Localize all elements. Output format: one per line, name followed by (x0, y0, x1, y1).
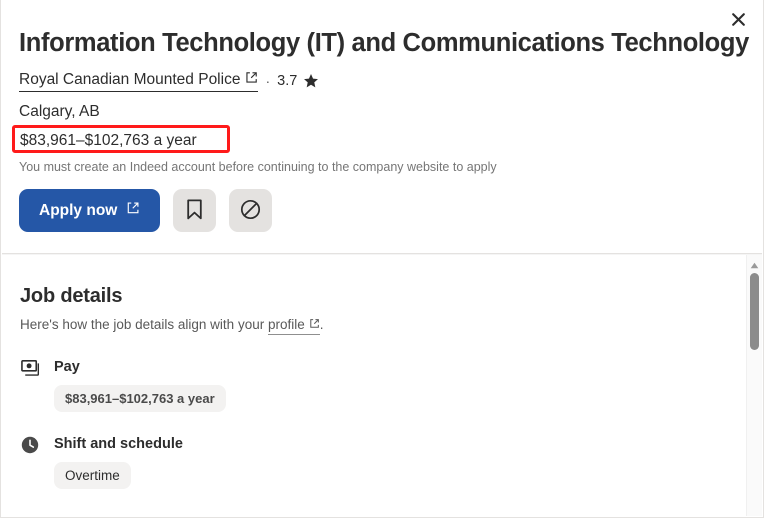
badge-row: Overtime (20, 462, 740, 489)
company-rating: 3.7 (277, 73, 298, 89)
badge-row: $83,961–$102,763 a year (20, 385, 740, 412)
detail-label: Pay (54, 359, 80, 375)
company-name: Royal Canadian Mounted Police (19, 71, 241, 88)
salary-wrap: $83,961–$102,763 a year (12, 125, 230, 153)
external-link-icon (126, 201, 140, 220)
block-icon (240, 199, 261, 223)
header-divider (2, 253, 762, 254)
detail-head: Shift and schedule (20, 435, 740, 454)
scrollbar-thumb[interactable] (750, 273, 759, 350)
apply-now-button[interactable]: Apply now (19, 189, 161, 232)
chevron-up-icon (750, 256, 759, 274)
bookmark-icon (186, 199, 203, 223)
detail-group-pay: Pay $83,961–$102,763 a year (20, 358, 740, 412)
action-buttons-row: Apply now (19, 189, 725, 232)
detail-group-shift-and-schedule: Shift and schedule Overtime (20, 435, 740, 489)
job-posting-panel: Information Technology (IT) and Communic… (0, 0, 764, 518)
profile-link[interactable]: profile (267, 316, 320, 335)
pay-icon (20, 359, 40, 376)
close-icon (731, 12, 745, 26)
job-header: Information Technology (IT) and Communic… (1, 0, 749, 232)
apply-now-label: Apply now (39, 201, 118, 219)
detail-head: Pay (20, 358, 740, 377)
job-details-title: Job details (20, 285, 123, 307)
job-details-subtitle-after: . (319, 317, 324, 332)
job-details-scroll-area[interactable]: Job details Here's how the job details a… (2, 255, 762, 516)
save-job-button[interactable] (173, 189, 217, 232)
pay-badge: $83,961–$102,763 a year (54, 385, 226, 412)
company-link[interactable]: Royal Canadian Mounted Police (19, 70, 259, 92)
company-row: Royal Canadian Mounted Police · 3.7 (19, 70, 725, 92)
scrollbar[interactable] (746, 255, 762, 516)
separator-dot: · (265, 73, 271, 89)
job-details-section: Job details Here's how the job details a… (2, 255, 762, 489)
job-location: Calgary, AB (19, 103, 100, 120)
close-button[interactable] (721, 4, 755, 34)
star-icon (303, 73, 319, 89)
clock-icon (20, 436, 40, 454)
external-link-icon (309, 316, 320, 334)
job-details-subtitle-before: Here's how the job details align with yo… (20, 317, 268, 332)
apply-note: You must create an Indeed account before… (19, 160, 497, 174)
salary-text: $83,961–$102,763 a year (20, 132, 197, 149)
not-interested-button[interactable] (229, 189, 273, 232)
detail-label: Shift and schedule (54, 436, 183, 452)
job-details-subtitle: Here's how the job details align with yo… (20, 316, 740, 335)
scroll-up-button[interactable] (747, 258, 762, 272)
shift-badge: Overtime (54, 462, 131, 489)
profile-link-label: profile (267, 317, 305, 332)
page-title: Information Technology (IT) and Communic… (19, 29, 749, 57)
external-link-icon (245, 70, 258, 90)
